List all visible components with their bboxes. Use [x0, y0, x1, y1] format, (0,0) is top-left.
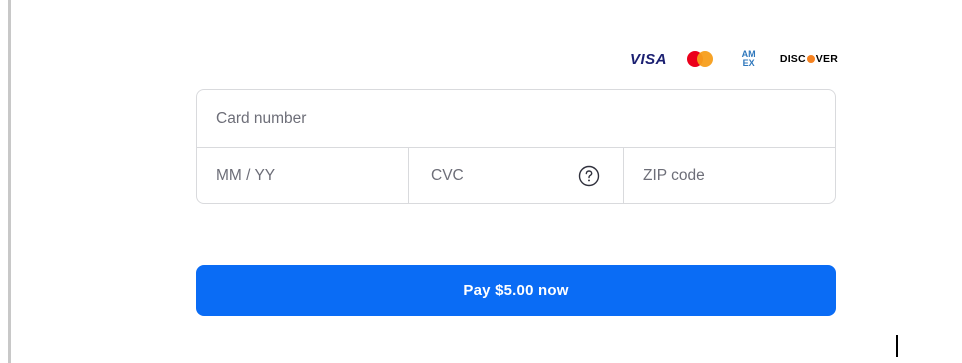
card-number-input[interactable] [216, 109, 835, 128]
amex-logo: AM EX [741, 49, 756, 68]
cvc-cell [409, 148, 624, 203]
pay-button[interactable]: Pay $5.00 now [196, 265, 836, 316]
cvc-input[interactable] [431, 167, 561, 185]
text-cursor-icon [896, 335, 898, 357]
mastercard-logo [687, 50, 717, 68]
expiry-cell [197, 148, 409, 203]
left-border-line [8, 0, 11, 363]
question-circle-icon[interactable] [578, 165, 600, 187]
card-details-form [196, 89, 836, 204]
zip-code-input[interactable] [643, 167, 835, 185]
zip-cell [624, 148, 835, 203]
discover-logo: DISC VER [779, 53, 838, 65]
visa-logo: VISA [630, 50, 668, 68]
card-brand-logos: VISA AM EX DISC VER [630, 48, 838, 70]
discover-dot-icon [806, 55, 815, 63]
card-details-row [197, 148, 835, 203]
expiry-input[interactable] [216, 167, 408, 185]
card-number-row [197, 90, 835, 148]
